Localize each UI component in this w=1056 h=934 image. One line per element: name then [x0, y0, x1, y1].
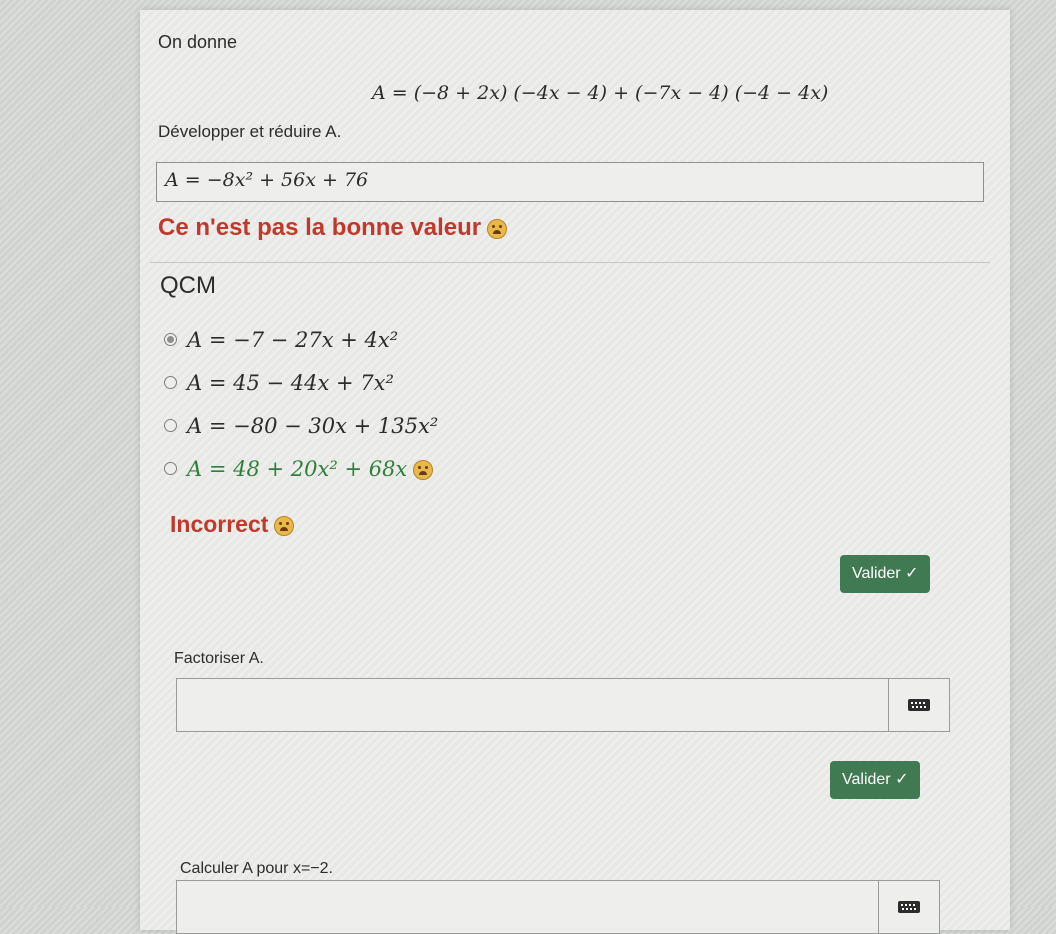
qcm-option[interactable]: A = 45 − 44x + 7x²: [164, 371, 394, 396]
sad-emoji-icon: [487, 218, 508, 239]
qcm-option[interactable]: A = −80 − 30x + 135x²: [164, 414, 438, 439]
factor-task-text: Factoriser A.: [174, 650, 264, 667]
radio-selected-icon[interactable]: [164, 332, 177, 346]
develop-feedback-text: Ce n'est pas la bonne valeur: [158, 214, 482, 241]
qcm-option-correct[interactable]: A = 48 + 20x² + 68x: [164, 457, 434, 482]
virtual-keyboard-button[interactable]: [888, 679, 949, 731]
qcm-result-text: Incorrect: [170, 511, 269, 537]
develop-answer-value: A = −8x² + 56x + 76: [165, 169, 369, 191]
qcm-result: Incorrect: [170, 511, 295, 538]
sad-emoji-icon: [274, 515, 295, 536]
factor-input[interactable]: [176, 678, 950, 732]
qcm-title: QCM: [160, 272, 216, 299]
qcm-option-label: A = −80 − 30x + 135x²: [187, 414, 439, 438]
qcm-option[interactable]: A = −7 − 27x + 4x²: [164, 328, 398, 353]
develop-feedback: Ce n'est pas la bonne valeur: [158, 214, 508, 242]
keyboard-icon: [908, 699, 930, 711]
happy-emoji-icon: [413, 460, 434, 481]
radio-icon[interactable]: [164, 461, 177, 475]
develop-answer-field[interactable]: A = −8x² + 56x + 76: [156, 162, 984, 202]
evaluate-input[interactable]: [176, 880, 940, 934]
virtual-keyboard-button[interactable]: [878, 881, 939, 933]
qcm-option-label: A = 45 − 44x + 7x²: [187, 371, 394, 395]
factor-validate-button[interactable]: Valider ✓: [830, 761, 921, 799]
qcm-option-label: A = 48 + 20x² + 68x: [187, 457, 408, 481]
radio-icon[interactable]: [164, 375, 177, 389]
qcm-validate-button[interactable]: Valider ✓: [840, 555, 931, 593]
given-expression: A = (−8 + 2x) (−4x − 4) + (−7x − 4) (−4 …: [372, 82, 829, 104]
develop-task-text: Développer et réduire A.: [158, 122, 342, 141]
keyboard-icon: [898, 901, 920, 913]
section-divider: [150, 262, 990, 263]
exercise-card: On donne A = (−8 + 2x) (−4x − 4) + (−7x …: [140, 10, 1010, 934]
intro-text: On donne: [158, 32, 238, 52]
radio-icon[interactable]: [164, 418, 177, 432]
qcm-option-label: A = −7 − 27x + 4x²: [187, 328, 399, 352]
evaluate-task-text: Calculer A pour x=−2.: [180, 860, 333, 877]
